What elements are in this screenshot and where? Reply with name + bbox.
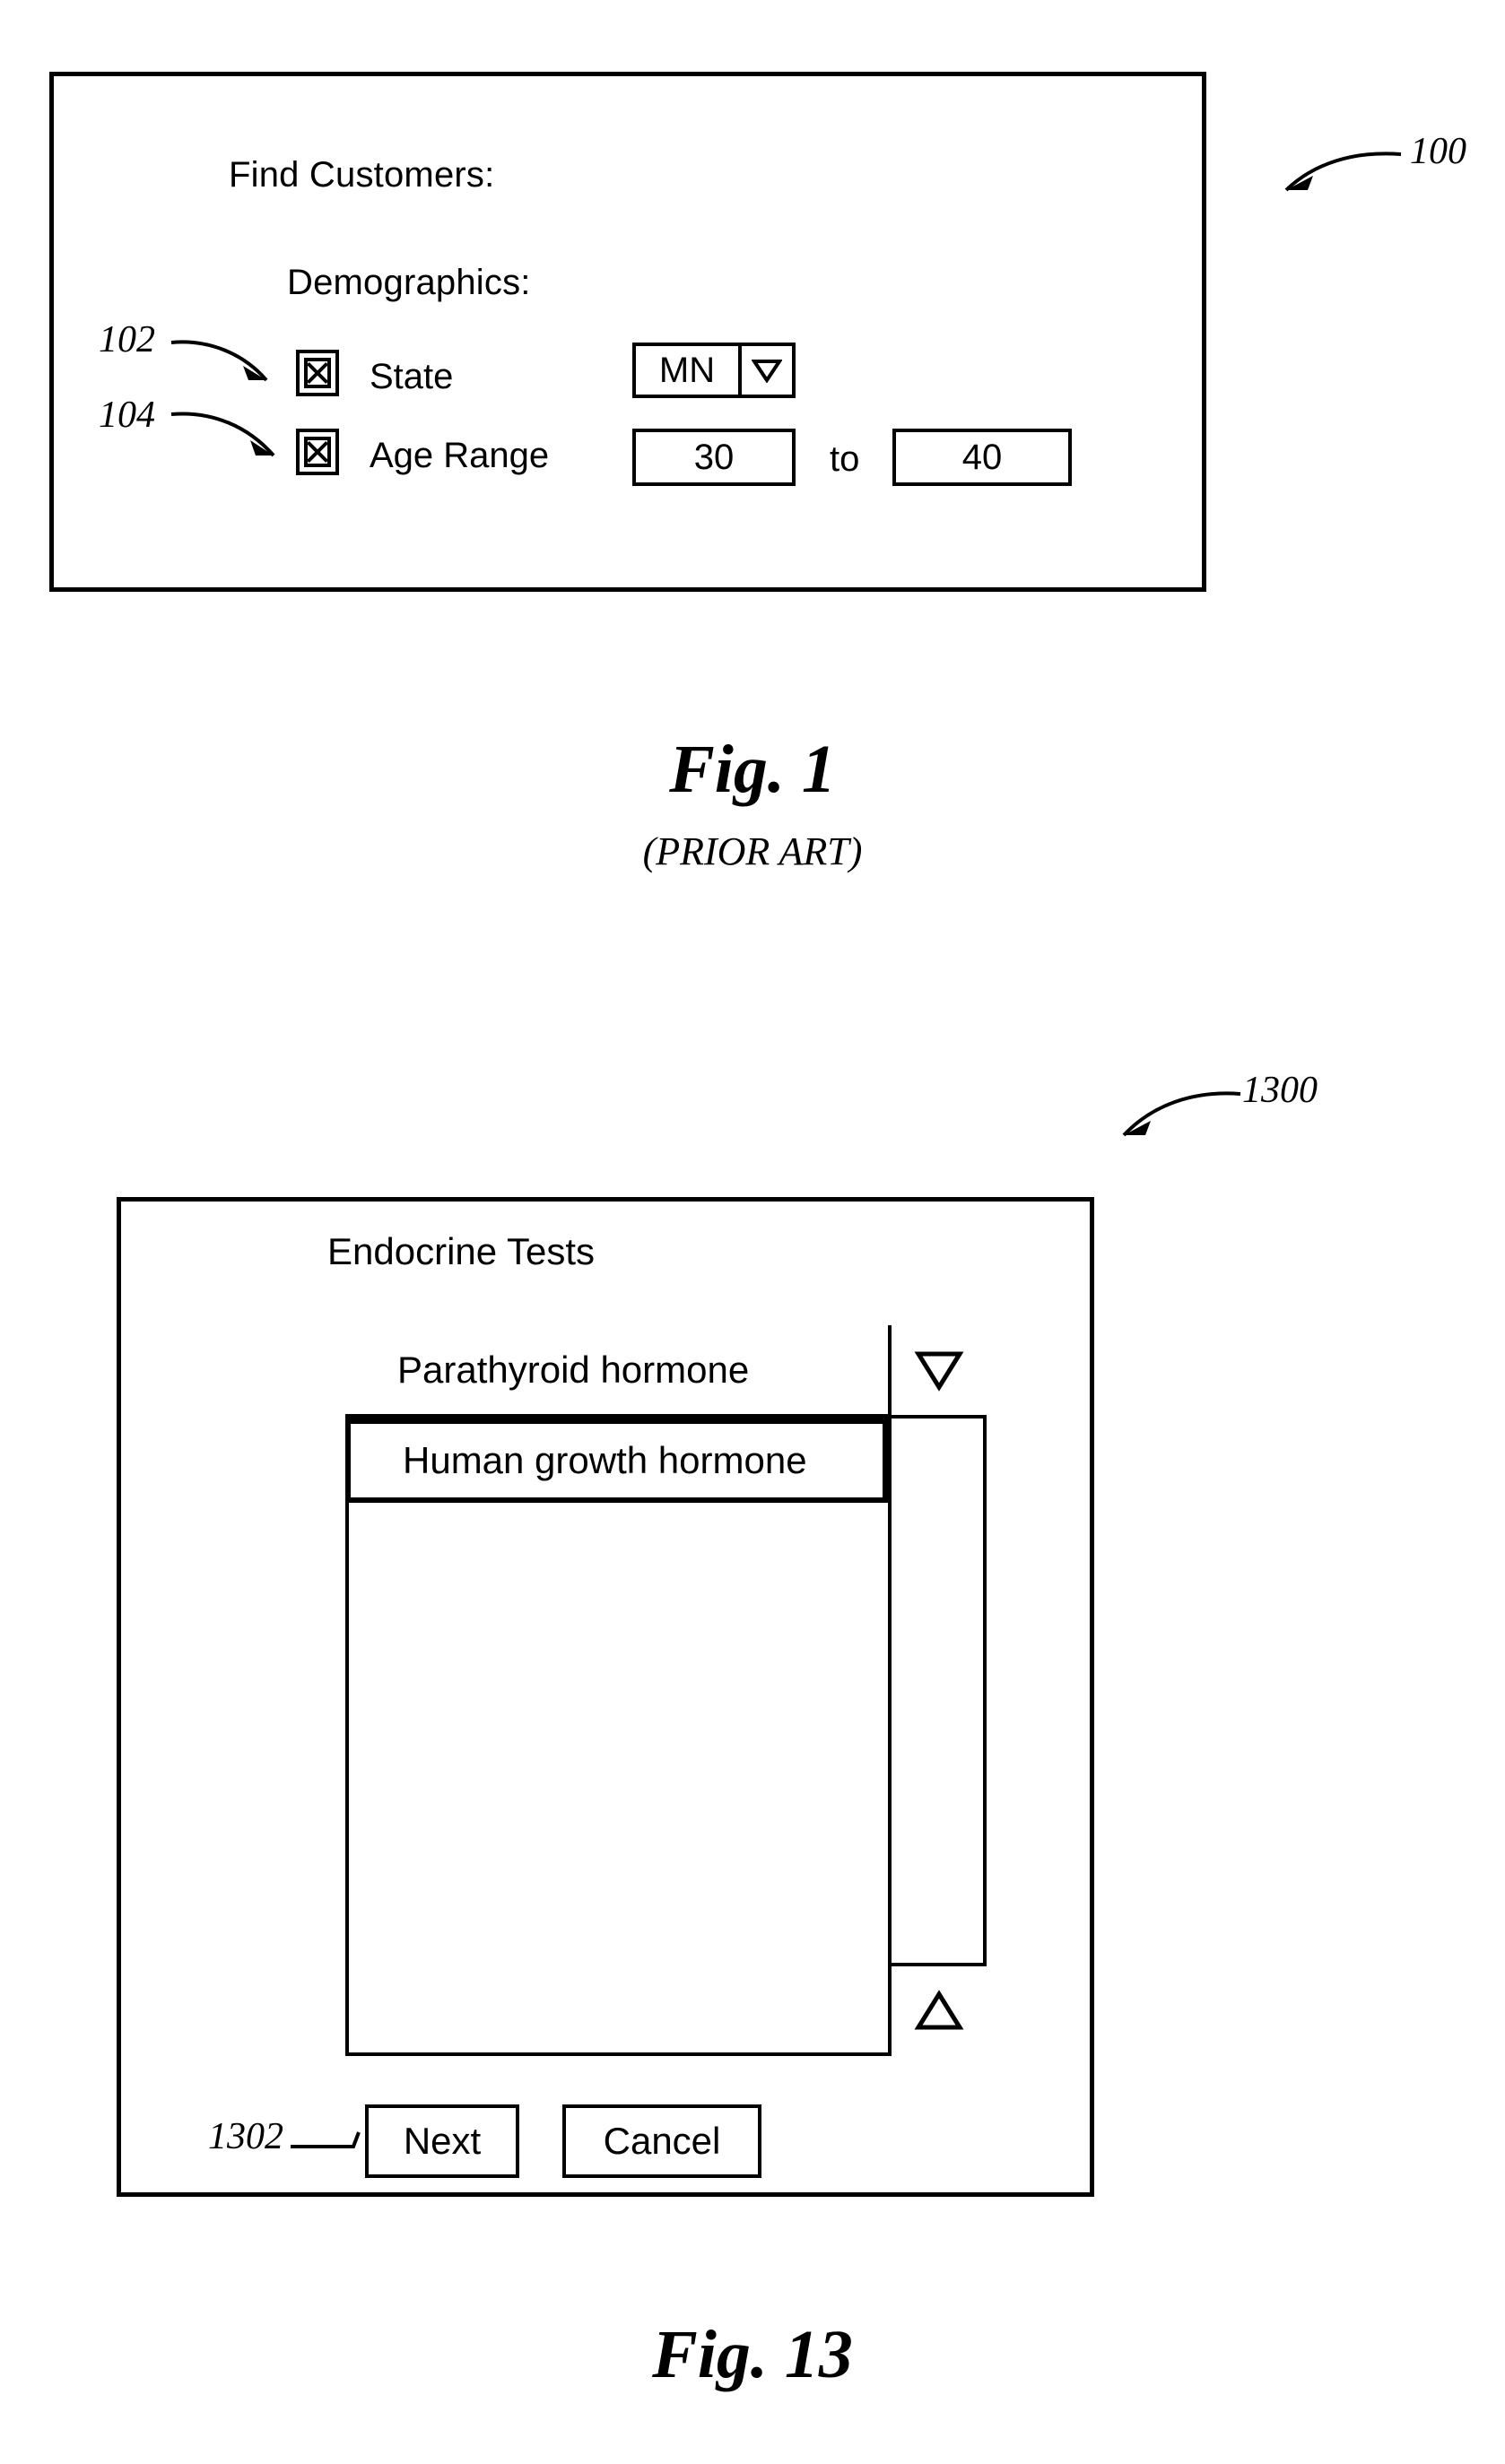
leader-line-104: [170, 412, 275, 457]
state-checkbox[interactable]: [296, 350, 339, 396]
cancel-button-label: Cancel: [603, 2120, 721, 2162]
reference-numeral-100: 100: [1410, 131, 1466, 172]
leader-line-1300: [1122, 1091, 1241, 1137]
state-dropdown-value: MN: [658, 351, 716, 390]
triangle-up-icon: [914, 1990, 964, 2033]
list-item[interactable]: Human growth hormone: [345, 1419, 888, 1503]
demographics-section-label: Demographics:: [287, 263, 531, 302]
figure-1-caption: Fig. 1: [669, 732, 836, 807]
scroll-up-button[interactable]: [892, 1963, 987, 2056]
triangle-down-icon: [914, 1349, 964, 1392]
figure-13-caption: Fig. 13: [652, 2317, 853, 2392]
age-range-to-input[interactable]: 40: [892, 429, 1072, 486]
age-range-checkbox[interactable]: [296, 429, 339, 475]
leader-line-1302: [291, 2131, 361, 2148]
cancel-button[interactable]: Cancel: [562, 2104, 761, 2178]
x-mark-icon: [304, 437, 331, 467]
age-range-label: Age Range: [370, 436, 550, 475]
next-button[interactable]: Next: [365, 2104, 519, 2178]
reference-numeral-1302: 1302: [208, 2116, 283, 2157]
endocrine-tests-listbox[interactable]: Parathyroid hormone Human growth hormone: [345, 1325, 987, 2056]
age-range-to-value: 40: [961, 438, 1003, 477]
patent-drawing-sheet: 100 Find Customers: Demographics: 102 St…: [0, 0, 1505, 2464]
find-customers-title: Find Customers:: [229, 155, 495, 195]
listbox-scrollbar[interactable]: [888, 1325, 987, 2056]
list-item[interactable]: Parathyroid hormone: [345, 1325, 888, 1419]
list-item-label: Human growth hormone: [403, 1439, 807, 1481]
reference-numeral-104: 104: [99, 395, 155, 436]
x-mark-icon: [304, 358, 331, 388]
age-range-separator-label: to: [830, 439, 860, 479]
list-item-label: Parathyroid hormone: [397, 1348, 750, 1391]
scroll-down-button[interactable]: [892, 1325, 987, 1419]
triangle-down-icon[interactable]: [738, 346, 792, 395]
age-range-from-input[interactable]: 30: [632, 429, 796, 486]
reference-numeral-102: 102: [99, 319, 155, 360]
endocrine-tests-title: Endocrine Tests: [327, 1230, 596, 1272]
age-range-from-value: 30: [693, 438, 735, 477]
state-label: State: [370, 357, 454, 396]
leader-line-102: [170, 340, 268, 382]
reference-numeral-1300: 1300: [1242, 1070, 1318, 1111]
figure-1-prior-art-note: (PRIOR ART): [642, 829, 863, 873]
state-dropdown[interactable]: MN: [632, 343, 796, 398]
leader-line-100: [1284, 152, 1402, 192]
next-button-label: Next: [403, 2120, 482, 2162]
